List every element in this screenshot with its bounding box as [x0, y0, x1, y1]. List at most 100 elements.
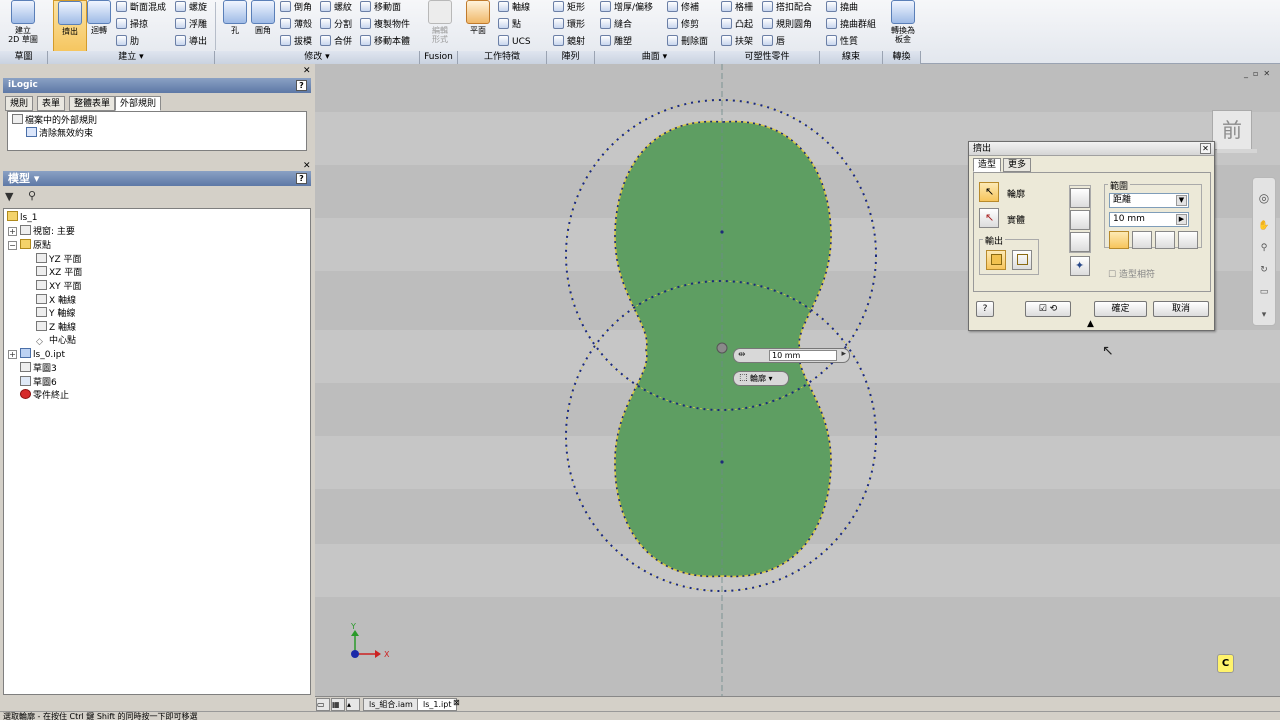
bend-button[interactable]: 撓曲 — [826, 0, 858, 17]
profile-minitoolbar[interactable]: ⬚ 輪廓 ▾ — [733, 371, 789, 386]
bend-part-button[interactable]: 撓曲群組 — [826, 17, 876, 34]
look-at-icon[interactable]: ▭ — [1256, 286, 1272, 300]
tree-item-xz-plane[interactable]: XZ 平面 — [36, 266, 82, 279]
stitch-button[interactable]: 縫合 — [600, 17, 632, 34]
tree-item-yz-plane[interactable]: YZ 平面 — [36, 253, 82, 266]
sculpt-button[interactable]: 雕塑 — [600, 34, 632, 51]
circular-pattern-button[interactable]: 環形 — [553, 17, 585, 34]
cut-button[interactable] — [1070, 210, 1090, 230]
distance-field[interactable]: 10 mm ▶ — [1109, 212, 1189, 227]
tree-item-sketch6[interactable]: 草圖6 — [20, 376, 57, 389]
ilogic-tab-forms[interactable]: 表單 — [37, 96, 66, 111]
tree-item-part[interactable]: ls_1 — [7, 211, 37, 224]
dialog-ok-button[interactable]: 確定 — [1094, 301, 1147, 317]
dialog-tab-shape[interactable]: 造型 — [973, 158, 1002, 172]
tab-part-doc[interactable]: ls_1.ipt — [417, 698, 458, 711]
tree-item-x-axis[interactable]: X 軸線 — [36, 294, 76, 307]
emboss-button[interactable]: 浮雕 — [175, 17, 207, 34]
move-face-button[interactable]: 移動面 — [360, 0, 401, 17]
lip-button[interactable]: 唇 — [762, 34, 785, 51]
list-item[interactable]: 清除無效約束 — [26, 127, 93, 140]
filter-icon[interactable]: ▼ — [5, 190, 13, 203]
extents-type-select[interactable]: 距離 ▼ — [1109, 193, 1189, 208]
steering-wheel-icon[interactable]: ◎ — [1256, 192, 1272, 206]
coil-button[interactable]: 螺旋 — [175, 0, 207, 17]
revolve-button[interactable]: 迴轉 — [82, 0, 116, 52]
ucs-button[interactable]: UCS — [498, 34, 531, 51]
ilogic-tab-rules[interactable]: 規則 — [5, 96, 34, 111]
combine-button[interactable]: 合併 — [320, 34, 352, 51]
ilogic-tab-global-forms[interactable]: 整體表單 — [69, 96, 116, 111]
move-bodies-button[interactable]: 移動本體 — [360, 34, 410, 51]
tree-item-y-axis[interactable]: Y 軸線 — [36, 307, 75, 320]
solid-select-button[interactable]: ↖ — [979, 208, 999, 228]
rule-fillet-button[interactable]: 規則圓角 — [762, 17, 812, 34]
tree-item-derived-part[interactable]: ls_0.ipt — [20, 348, 65, 361]
output-surface-button[interactable] — [1012, 250, 1032, 270]
direction-2-button[interactable] — [1132, 231, 1152, 249]
rib-button[interactable]: 肋 — [116, 34, 139, 51]
orbit-icon[interactable]: ↻ — [1256, 264, 1272, 278]
dialog-preview-button[interactable]: ☑ ⟲ — [1025, 301, 1071, 317]
tree-item-view[interactable]: 視窗: 主要 — [20, 225, 75, 238]
point-button[interactable]: 點 — [498, 17, 521, 34]
dialog-cancel-button[interactable]: 取消 — [1153, 301, 1209, 317]
mirror-button[interactable]: 鏡射 — [553, 34, 585, 51]
ilogic-tab-external-rules[interactable]: 外部規則 — [115, 96, 162, 111]
delete-face-button[interactable]: 刪除面 — [667, 34, 708, 51]
symmetric-button[interactable] — [1155, 231, 1175, 249]
derive-button[interactable]: 導出 — [175, 34, 207, 51]
chamfer-button[interactable]: 倒角 — [280, 0, 312, 17]
distance-input[interactable]: 10 mm — [769, 350, 837, 361]
nav-customize-icon[interactable]: ▾ — [1256, 309, 1272, 323]
model-title-bar[interactable]: 模型 ▾? — [3, 171, 311, 186]
join-button[interactable] — [1070, 188, 1090, 208]
dialog-close-icon[interactable]: ✕ — [1200, 143, 1211, 154]
open-documents-icon[interactable]: ▴ — [346, 698, 360, 711]
dialog-tab-more[interactable]: 更多 — [1003, 158, 1032, 172]
grill-button[interactable]: 格柵 — [721, 0, 753, 17]
plane-button[interactable]: 平面 — [461, 0, 495, 52]
copy-object-button[interactable]: 複製物件 — [360, 17, 410, 34]
pan-icon[interactable]: ✋ — [1256, 220, 1272, 234]
circle-center-point[interactable] — [720, 230, 724, 234]
thread-button[interactable]: 螺紋 — [320, 0, 352, 17]
tile-icon[interactable]: ▭ — [316, 698, 330, 711]
profile-select-button[interactable]: ↖ — [979, 182, 999, 202]
collapse-icon[interactable]: − — [8, 241, 17, 250]
list-item[interactable]: 檔案中的外部規則 — [12, 114, 97, 127]
tree-item-center-point[interactable]: ◇ 中心點 — [36, 335, 76, 348]
circle-center-point[interactable] — [720, 460, 724, 464]
sweep-button[interactable]: 掃掠 — [116, 17, 148, 34]
ilogic-help-button[interactable]: ? — [296, 80, 307, 91]
fillet-button[interactable]: 圓角 — [246, 0, 280, 52]
dialog-expand-icon[interactable]: ▲ — [1087, 319, 1094, 329]
close-tab-icon[interactable]: ⊠ — [453, 698, 460, 707]
rest-button[interactable]: 扶架 — [721, 34, 753, 51]
patch-button[interactable]: 修補 — [667, 0, 699, 17]
model-help-button[interactable]: ? — [296, 173, 307, 184]
tree-item-sketch3[interactable]: 草圖3 — [20, 362, 57, 375]
new-solid-button[interactable]: ✦ — [1070, 256, 1090, 276]
group-sketch[interactable]: 草圖 — [0, 51, 48, 64]
close-model-icon[interactable]: ✕ — [303, 161, 311, 171]
thicken-button[interactable]: 增厚/偏移 — [600, 0, 653, 17]
create-2d-sketch-button[interactable]: 建立 2D 草圖 — [6, 0, 40, 52]
axis-button[interactable]: 軸線 — [498, 0, 530, 17]
convert-to-sheet-metal-button[interactable]: 轉換為 板金 — [886, 0, 920, 52]
snap-fit-button[interactable]: 搭扣配合 — [762, 0, 812, 17]
group-modify[interactable]: 修改 ▾ — [215, 51, 420, 64]
expand-icon[interactable]: + — [8, 227, 17, 236]
dialog-help-button[interactable]: ? — [976, 301, 994, 317]
zoom-icon[interactable]: ⚲ — [1256, 242, 1272, 256]
tree-item-z-axis[interactable]: Z 軸線 — [36, 321, 76, 334]
rectangular-pattern-button[interactable]: 矩形 — [553, 0, 585, 17]
output-solid-button[interactable] — [986, 250, 1006, 270]
viewcube[interactable]: 前 — [1212, 110, 1252, 150]
window-controls[interactable]: _▫✕ — [1244, 69, 1275, 78]
loft-button[interactable]: 斷面混成 — [116, 0, 166, 17]
property-button[interactable]: 性質 — [826, 34, 858, 51]
intersect-button[interactable] — [1070, 232, 1090, 252]
close-ilogic-icon[interactable]: ✕ — [303, 66, 311, 76]
asymmetric-button[interactable] — [1178, 231, 1198, 249]
